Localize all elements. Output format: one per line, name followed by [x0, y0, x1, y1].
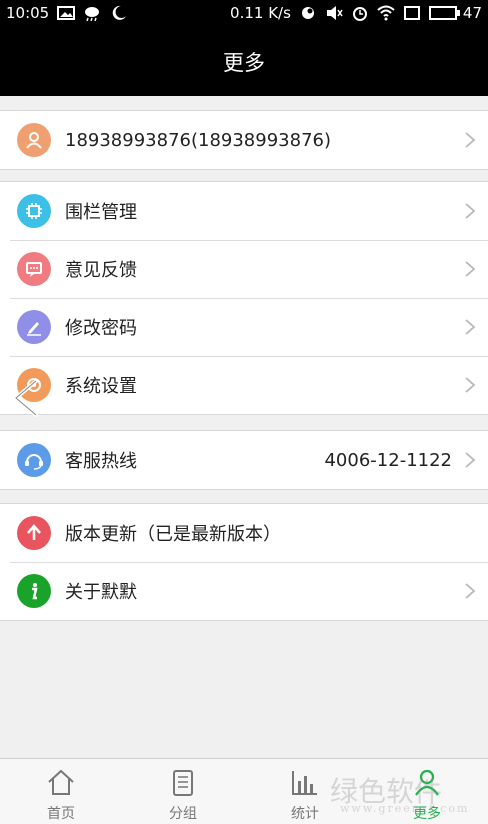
feedback-row[interactable]: 意见反馈 — [0, 240, 488, 298]
watermark: 绿色软件 www.greenxf.com — [330, 770, 488, 818]
menu-section: 围栏管理 意见反馈 修改密码 系统设置 — [0, 181, 488, 415]
net-speed: 0.11 K/s — [230, 4, 291, 22]
fence-management-row[interactable]: 围栏管理 — [0, 182, 488, 240]
tab-home[interactable]: 首页 — [0, 759, 122, 824]
about-section: 版本更新（已是最新版本） 关于默默 — [0, 503, 488, 621]
system-settings-label: 系统设置 — [65, 376, 137, 397]
moon-icon — [112, 5, 127, 20]
message-icon — [17, 252, 51, 286]
back-arrow-icon[interactable] — [8, 378, 44, 418]
bar-chart-icon — [292, 771, 317, 795]
change-password-row[interactable]: 修改密码 — [0, 298, 488, 356]
user-icon — [17, 123, 51, 157]
watermark-sub: www.greenxf.com — [340, 802, 470, 815]
chevron-right-icon — [465, 452, 476, 468]
chevron-right-icon — [465, 319, 476, 335]
tab-statistics-label: 统计 — [291, 806, 319, 822]
tab-group[interactable]: 分组 — [122, 759, 244, 824]
image-icon — [57, 6, 76, 20]
home-icon — [48, 769, 74, 795]
account-row[interactable]: 18938993876(18938993876) — [0, 111, 488, 169]
version-update-row[interactable]: 版本更新（已是最新版本） — [0, 504, 488, 562]
about-label: 关于默默 — [65, 582, 137, 603]
wifi-icon — [377, 5, 395, 21]
pencil-icon — [17, 310, 51, 344]
tab-group-label: 分组 — [169, 806, 197, 822]
status-bar: 10:05 0.11 K/s 47 — [0, 0, 488, 28]
chip-icon — [17, 194, 51, 228]
title-bar: 更多 — [0, 28, 488, 96]
chevron-right-icon — [465, 377, 476, 393]
feedback-label: 意见反馈 — [65, 260, 137, 281]
service-phone: 4006-12-1122 — [324, 449, 452, 471]
fence-management-label: 围栏管理 — [65, 202, 137, 223]
chevron-right-icon — [465, 132, 476, 148]
info-icon — [17, 574, 51, 608]
battery-icon — [428, 6, 460, 20]
account-section: 18938993876(18938993876) — [0, 110, 488, 170]
service-hotline-label: 客服热线 — [65, 451, 137, 472]
about-row[interactable]: 关于默默 — [0, 562, 488, 620]
status-time: 10:05 — [6, 4, 50, 22]
chevron-right-icon — [465, 261, 476, 277]
chevron-right-icon — [465, 203, 476, 219]
chevron-right-icon — [465, 583, 476, 599]
page-title: 更多 — [223, 51, 265, 75]
arrow-up-icon — [17, 516, 51, 550]
mute-icon — [326, 6, 343, 20]
system-settings-row[interactable]: 系统设置 — [0, 356, 488, 414]
headset-icon — [17, 443, 51, 477]
tab-home-label: 首页 — [47, 806, 75, 822]
version-update-label: 版本更新（已是最新版本） — [65, 524, 281, 545]
clipboard-icon — [173, 770, 193, 796]
data-saver-icon — [301, 7, 314, 19]
signal-icon — [403, 6, 420, 20]
alarm-icon — [352, 7, 367, 21]
account-label: 18938993876(18938993876) — [65, 129, 331, 151]
service-hotline-row[interactable]: 客服热线 4006-12-1122 — [0, 431, 488, 489]
service-section: 客服热线 4006-12-1122 — [0, 430, 488, 490]
weather-icon — [85, 7, 100, 21]
battery-level: 47 — [462, 4, 482, 22]
change-password-label: 修改密码 — [65, 318, 137, 339]
